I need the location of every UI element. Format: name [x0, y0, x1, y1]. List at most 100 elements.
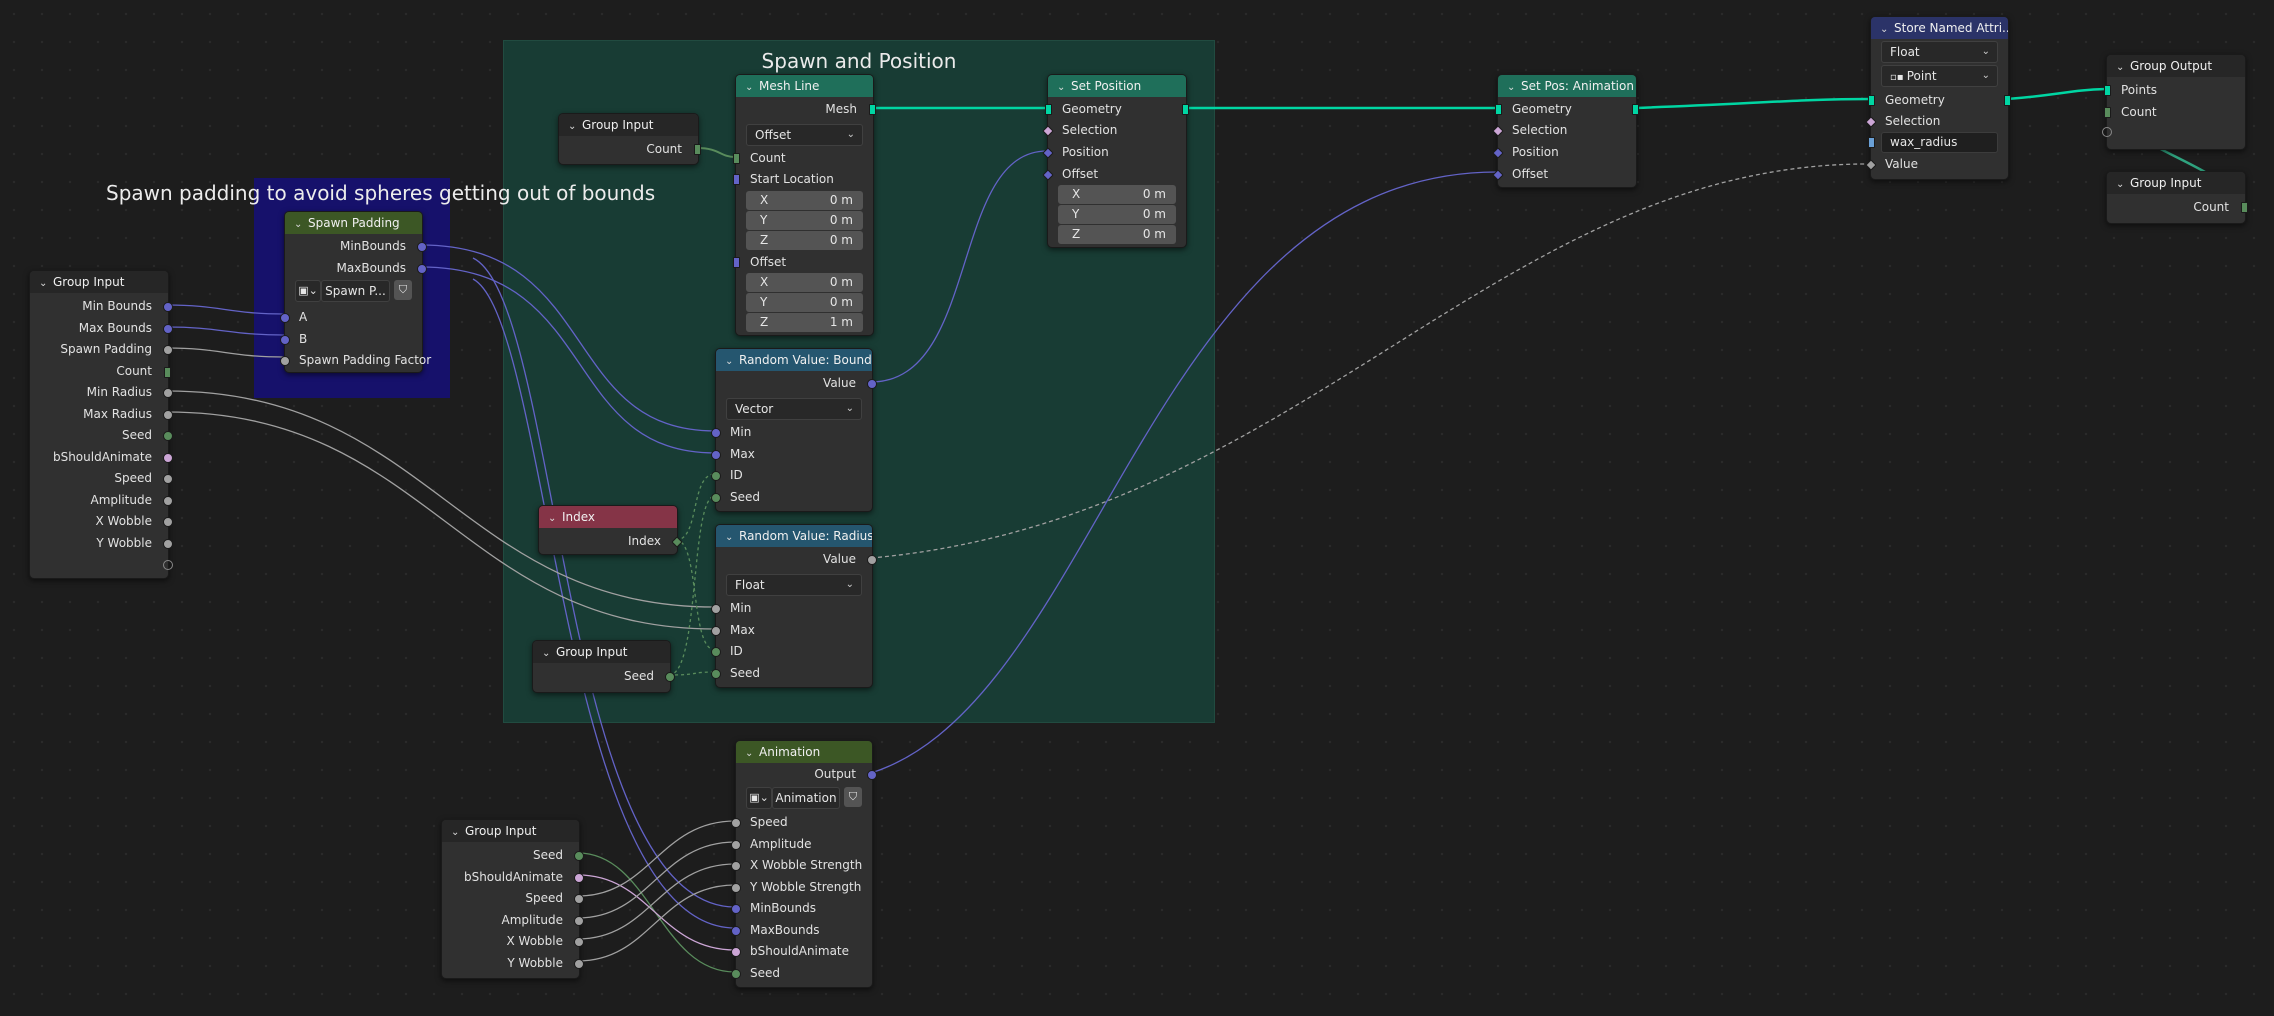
node-group-input-left[interactable]: ⌄ Group Input Min Bounds Max Bounds Spawn…: [29, 270, 173, 579]
node-header[interactable]: ⌄ Spawn Padding: [285, 212, 422, 234]
offset-y-field[interactable]: Y 0 m: [746, 293, 863, 312]
socket-start-location[interactable]: [733, 174, 740, 185]
socket-id[interactable]: [711, 647, 721, 657]
socket-seed[interactable]: [574, 851, 584, 861]
offset-z-field[interactable]: Z 0 m: [1058, 225, 1176, 244]
node-set-position[interactable]: ⌄ Set Position Geometry Selection Positio…: [1042, 74, 1189, 248]
node-group-output[interactable]: ⌄ Group Output Points Count: [2102, 54, 2246, 150]
chevron-down-icon[interactable]: ⌄: [1507, 77, 1521, 97]
node-header[interactable]: ⌄ Store Named Attri...: [1871, 17, 2008, 39]
shield-icon[interactable]: ⛉: [844, 787, 862, 807]
node-store-named-attribute[interactable]: ⌄ Store Named Attri... Float ⌄ ▫▪ Point ⌄ G…: [1865, 16, 2011, 180]
node-header[interactable]: ⌄ Index: [539, 506, 677, 528]
socket-minbounds[interactable]: [731, 904, 741, 914]
socket-count[interactable]: [694, 144, 701, 155]
socket-max-bounds[interactable]: [163, 324, 173, 334]
socket-speed[interactable]: [574, 894, 584, 904]
socket-count-in[interactable]: [733, 153, 740, 164]
type-dropdown[interactable]: Float ⌄: [726, 574, 862, 596]
socket-maxbounds[interactable]: [731, 926, 741, 936]
node-animation[interactable]: ⌄ Animation Output ▣⌄ Animation ⛉ Speed A…: [731, 740, 877, 988]
type-dropdown[interactable]: Vector ⌄: [726, 398, 862, 420]
socket-empty[interactable]: [163, 560, 173, 570]
node-header[interactable]: ⌄ Group Input: [533, 641, 670, 663]
node-group-selector[interactable]: ▣⌄ Spawn P... ⛉: [295, 280, 412, 302]
socket-seed[interactable]: [711, 493, 721, 503]
start-z-field[interactable]: Z 0 m: [746, 231, 863, 250]
socket-seed[interactable]: [163, 431, 173, 441]
chevron-down-icon[interactable]: ⌄: [451, 822, 465, 842]
socket-geometry-out[interactable]: [1632, 104, 1639, 115]
shield-icon[interactable]: ⛉: [394, 280, 412, 300]
chevron-down-icon[interactable]: ⌄: [1880, 19, 1894, 39]
domain-dropdown[interactable]: ▫▪ Point ⌄: [1881, 65, 1998, 87]
node-header[interactable]: ⌄ Random Value: Bounds: [716, 349, 872, 371]
node-index[interactable]: ⌄ Index Index: [538, 505, 683, 555]
node-group-input-seed[interactable]: ⌄ Group Input Seed: [532, 640, 675, 693]
socket-geometry-in[interactable]: [1495, 104, 1502, 115]
socket-speed[interactable]: [731, 818, 741, 828]
node-random-radius[interactable]: ⌄ Random Value: Radius Value Float ⌄ Min M…: [711, 524, 877, 688]
socket-spawn-padding[interactable]: [163, 345, 173, 355]
node-group-selector[interactable]: ▣⌄ Animation ⛉: [746, 787, 862, 809]
socket-points[interactable]: [2104, 85, 2111, 96]
node-set-pos-animation[interactable]: ⌄ Set Pos: Animation Geometry Selection P…: [1492, 74, 1639, 188]
socket-max[interactable]: [711, 450, 721, 460]
node-header[interactable]: ⌄ Group Input: [30, 271, 168, 293]
data-type-dropdown[interactable]: Float ⌄: [1881, 41, 1998, 63]
socket-padding-factor[interactable]: [280, 356, 290, 366]
socket-min-radius[interactable]: [163, 388, 173, 398]
socket-maxbounds-out[interactable]: [417, 264, 427, 274]
start-y-field[interactable]: Y 0 m: [746, 211, 863, 230]
offset-x-field[interactable]: X 0 m: [1058, 185, 1176, 204]
socket-value-out[interactable]: [867, 555, 877, 565]
socket-y-wobble[interactable]: [574, 959, 584, 969]
socket-output[interactable]: [867, 770, 877, 780]
socket-geometry-out[interactable]: [2004, 95, 2011, 106]
node-group-icon[interactable]: ▣⌄: [295, 280, 321, 302]
socket-y-wobble[interactable]: [163, 539, 173, 549]
socket-id[interactable]: [711, 471, 721, 481]
node-header[interactable]: ⌄ Animation: [736, 741, 872, 763]
socket-geometry-in[interactable]: [1045, 104, 1052, 115]
socket-geometry-in[interactable]: [1868, 95, 1875, 106]
chevron-down-icon[interactable]: ⌄: [542, 643, 556, 663]
socket-x-wobble[interactable]: [731, 861, 741, 871]
node-header[interactable]: ⌄ Group Input: [442, 820, 579, 842]
socket-min[interactable]: [711, 604, 721, 614]
socket-amplitude[interactable]: [163, 496, 173, 506]
node-mesh-line[interactable]: ⌄ Mesh Line Mesh Offset ⌄ Count Start Loca…: [733, 74, 876, 336]
socket-mesh[interactable]: [869, 104, 876, 115]
socket-amplitude[interactable]: [574, 916, 584, 926]
socket-amplitude[interactable]: [731, 840, 741, 850]
socket-seed-out[interactable]: [665, 672, 675, 682]
offset-z-field[interactable]: Z 1 m: [746, 313, 863, 332]
attribute-name-field[interactable]: wax_radius: [1881, 132, 1998, 153]
node-spawn-padding[interactable]: ⌄ Spawn Padding MinBounds MaxBounds ▣⌄ Sp…: [280, 211, 431, 373]
socket-should-animate[interactable]: [574, 873, 584, 883]
socket-geometry-out[interactable]: [1182, 104, 1189, 115]
chevron-down-icon[interactable]: ⌄: [294, 214, 308, 234]
chevron-down-icon[interactable]: ⌄: [548, 508, 562, 528]
node-group-name[interactable]: Spawn P...: [321, 280, 390, 302]
socket-name[interactable]: [1868, 137, 1875, 148]
socket-empty[interactable]: [2102, 127, 2112, 137]
chevron-down-icon[interactable]: ⌄: [568, 116, 582, 136]
node-group-input-bottom[interactable]: ⌄ Group Input Seed bShouldAnimate Speed A…: [441, 819, 584, 979]
node-header[interactable]: ⌄ Random Value: Radius: [716, 525, 872, 547]
node-group-input-count[interactable]: ⌄ Group Input Count: [558, 113, 701, 165]
chevron-down-icon[interactable]: ⌄: [725, 351, 739, 371]
socket-should-animate[interactable]: [731, 947, 741, 957]
node-header[interactable]: ⌄ Set Position: [1048, 75, 1186, 97]
chevron-down-icon[interactable]: ⌄: [2116, 174, 2130, 194]
chevron-down-icon[interactable]: ⌄: [1057, 77, 1071, 97]
socket-count[interactable]: [2104, 107, 2111, 118]
socket-max[interactable]: [711, 626, 721, 636]
node-header[interactable]: ⌄ Group Input: [559, 114, 698, 136]
socket-b[interactable]: [280, 335, 290, 345]
node-random-bounds[interactable]: ⌄ Random Value: Bounds Value Vector ⌄ Min …: [711, 348, 877, 512]
node-group-icon[interactable]: ▣⌄: [746, 787, 772, 809]
node-header[interactable]: ⌄ Set Pos: Animation: [1498, 75, 1636, 97]
socket-min-bounds[interactable]: [163, 302, 173, 312]
node-group-name[interactable]: Animation: [772, 787, 840, 809]
